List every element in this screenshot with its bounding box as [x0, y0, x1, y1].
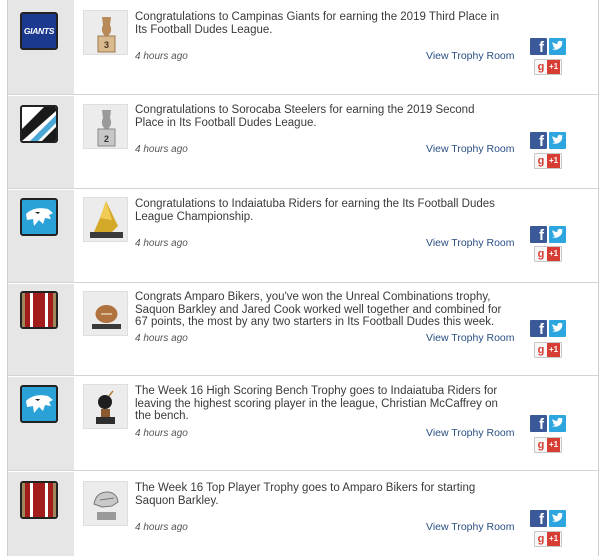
google-plus-button[interactable]: g +1 — [534, 246, 562, 262]
facebook-share-icon[interactable]: f — [530, 132, 547, 149]
timestamp: 4 hours ago — [135, 522, 188, 533]
facebook-share-icon[interactable]: f — [530, 226, 547, 243]
view-trophy-room-link[interactable]: View Trophy Room — [426, 332, 515, 344]
twitter-share-icon[interactable] — [549, 510, 566, 527]
timestamp: 4 hours ago — [135, 144, 188, 155]
feed-message: The Week 16 High Scoring Bench Trophy go… — [135, 385, 498, 422]
third-place-trophy-icon[interactable]: 3 — [83, 10, 128, 55]
share-buttons: f — [530, 415, 566, 432]
share-buttons: f — [530, 132, 566, 149]
twitter-share-icon[interactable] — [549, 226, 566, 243]
activity-feed: GIANTS 3 Congratulations to Campinas Gia… — [7, 0, 599, 556]
google-plus-icon: g — [537, 344, 545, 356]
steelers-logo-icon[interactable] — [20, 105, 58, 143]
google-plus-button[interactable]: g +1 — [534, 531, 562, 547]
bikers-stripes-logo-icon[interactable] — [20, 481, 58, 519]
view-trophy-room-link[interactable]: View Trophy Room — [426, 427, 515, 439]
second-place-trophy-icon[interactable]: 2 — [83, 104, 128, 149]
timestamp: 4 hours ago — [135, 51, 188, 62]
feed-message: Congratulations to Sorocaba Steelers for… — [135, 104, 475, 129]
team-logo-text: GIANTS — [23, 26, 55, 36]
facebook-share-icon[interactable]: f — [530, 38, 547, 55]
feed-item: The Week 16 Top Player Trophy goes to Am… — [8, 472, 598, 556]
feed-message: Congrats Amparo Bikers, you've won the U… — [135, 291, 502, 328]
view-trophy-room-link[interactable]: View Trophy Room — [426, 50, 515, 62]
svg-text:2: 2 — [104, 134, 109, 144]
bikers-stripes-logo-icon[interactable] — [20, 291, 58, 329]
riders-panther-logo-icon[interactable] — [20, 385, 58, 423]
feed-item: GIANTS 3 Congratulations to Campinas Gia… — [8, 0, 598, 95]
twitter-share-icon[interactable] — [549, 132, 566, 149]
riders-panther-logo-icon[interactable] — [20, 198, 58, 236]
google-plus-icon: g — [537, 248, 545, 260]
google-plus-button[interactable]: g +1 — [534, 437, 562, 453]
feed-message: The Week 16 Top Player Trophy goes to Am… — [135, 482, 476, 507]
bomb-trophy-icon[interactable] — [83, 384, 128, 429]
plus-one-label: +1 — [547, 60, 561, 74]
google-plus-icon: g — [537, 155, 545, 167]
view-trophy-room-link[interactable]: View Trophy Room — [426, 143, 515, 155]
svg-text:3: 3 — [104, 40, 109, 50]
google-plus-button[interactable]: g +1 — [534, 59, 562, 75]
facebook-share-icon[interactable]: f — [530, 320, 547, 337]
view-trophy-room-link[interactable]: View Trophy Room — [426, 521, 515, 533]
feed-item: The Week 16 High Scoring Bench Trophy go… — [8, 377, 598, 471]
top-player-helmet-trophy-icon[interactable] — [83, 481, 128, 526]
google-plus-icon: g — [537, 439, 545, 451]
share-buttons: f — [530, 510, 566, 527]
facebook-share-icon[interactable]: f — [530, 510, 547, 527]
football-trophy-icon[interactable] — [83, 291, 128, 336]
google-plus-button[interactable]: g +1 — [534, 342, 562, 358]
google-plus-icon: g — [537, 61, 545, 73]
twitter-share-icon[interactable] — [549, 320, 566, 337]
twitter-share-icon[interactable] — [549, 415, 566, 432]
google-plus-button[interactable]: g +1 — [534, 153, 562, 169]
feed-item: Congratulations to Indaiatuba Riders for… — [8, 190, 598, 283]
plus-one-label: +1 — [547, 154, 561, 168]
giants-logo-icon[interactable]: GIANTS — [20, 12, 58, 50]
championship-trophy-icon[interactable] — [83, 197, 128, 242]
timestamp: 4 hours ago — [135, 428, 188, 439]
share-buttons: f — [530, 38, 566, 55]
share-buttons: f — [530, 320, 566, 337]
twitter-share-icon[interactable] — [549, 38, 566, 55]
feed-item: 2 Congratulations to Sorocaba Steelers f… — [8, 96, 598, 189]
feed-message: Congratulations to Indaiatuba Riders for… — [135, 198, 495, 223]
plus-one-label: +1 — [547, 532, 561, 546]
facebook-share-icon[interactable]: f — [530, 415, 547, 432]
plus-one-label: +1 — [547, 343, 561, 357]
timestamp: 4 hours ago — [135, 238, 188, 249]
plus-one-label: +1 — [547, 247, 561, 261]
feed-item: Congrats Amparo Bikers, you've won the U… — [8, 284, 598, 376]
share-buttons: f — [530, 226, 566, 243]
plus-one-label: +1 — [547, 438, 561, 452]
view-trophy-room-link[interactable]: View Trophy Room — [426, 237, 515, 249]
timestamp: 4 hours ago — [135, 333, 188, 344]
google-plus-icon: g — [537, 533, 545, 545]
feed-message: Congratulations to Campinas Giants for e… — [135, 11, 500, 36]
